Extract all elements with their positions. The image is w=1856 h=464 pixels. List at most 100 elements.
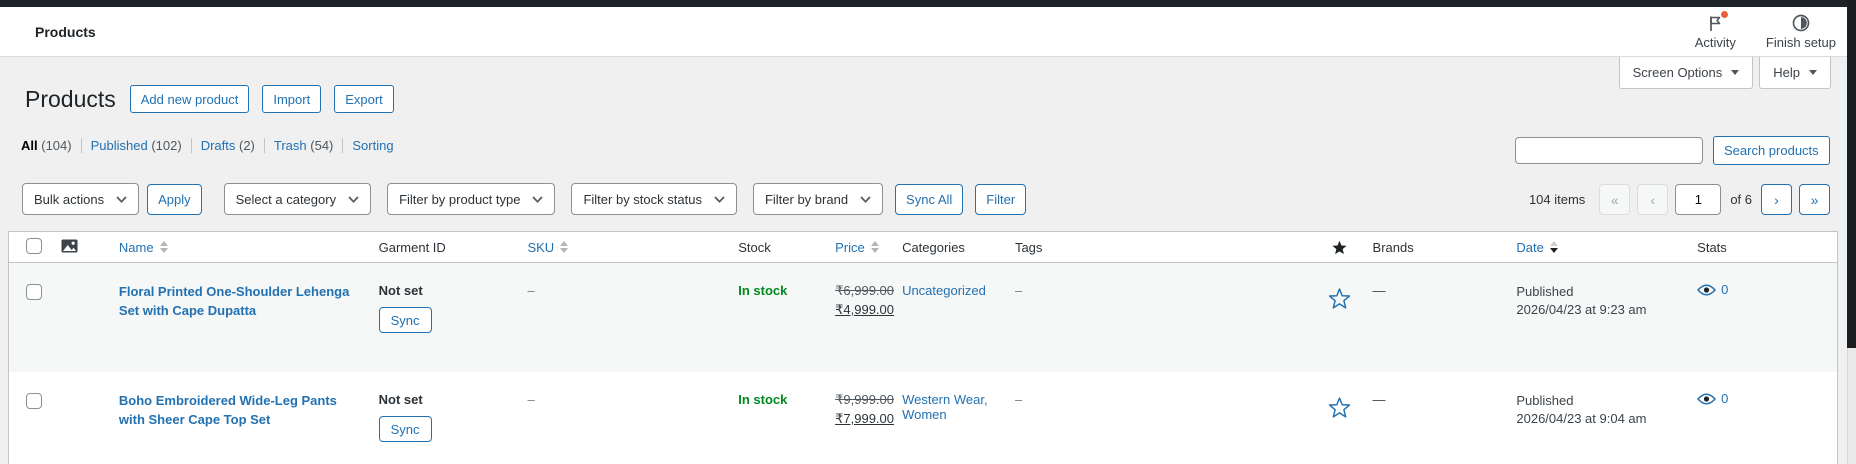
stock-status: In stock: [738, 392, 788, 407]
table-header-row: Name Garment ID SKU Stock Price Categori…: [9, 232, 1837, 263]
stock-header: Stock: [738, 239, 771, 255]
view-link-published[interactable]: Published (102): [91, 138, 182, 153]
category-link[interactable]: Western Wear, Women: [902, 392, 1007, 422]
sort-by-name-header[interactable]: Name: [119, 240, 168, 255]
view-item-all: All (104): [21, 138, 82, 153]
row-checkbox[interactable]: [26, 284, 42, 300]
sync-button[interactable]: Sync: [378, 307, 432, 333]
category-link[interactable]: Uncategorized: [902, 283, 986, 298]
categories-header: Categories: [902, 239, 965, 255]
featured-column-header: [1315, 240, 1365, 255]
last-page-button[interactable]: »: [1799, 184, 1830, 215]
pagination: 104 items « ‹ of 6 › »: [1529, 184, 1830, 215]
view-item-sorting: Sorting: [343, 138, 402, 153]
products-table: Name Garment ID SKU Stock Price Categori…: [8, 231, 1838, 464]
finish-setup-button[interactable]: Finish setup: [1766, 13, 1836, 50]
sort-arrows-icon: [159, 241, 168, 253]
help-button[interactable]: Help: [1759, 57, 1831, 89]
views-count: 0: [1721, 282, 1729, 297]
category-select[interactable]: Select a category: [223, 183, 372, 215]
sku-value: –: [527, 392, 535, 407]
filters-toolbar: Bulk actions Apply Select a category Fil…: [22, 183, 1027, 215]
image-icon: [61, 239, 78, 252]
publish-date: 2026/04/23 at 9:23 am: [1516, 302, 1647, 318]
sort-arrows-icon: [1549, 241, 1558, 253]
apply-button[interactable]: Apply: [147, 183, 202, 215]
view-link-sorting[interactable]: Sorting: [352, 138, 393, 153]
breadcrumb[interactable]: Products: [35, 24, 96, 40]
view-item-trash: Trash (54): [265, 138, 344, 153]
brand-select[interactable]: Filter by brand: [752, 183, 884, 215]
import-button[interactable]: Import: [262, 85, 322, 113]
image-column-header: [51, 239, 111, 256]
date-cell: Published 2026/04/23 at 9:23 am: [1516, 283, 1689, 319]
scrollbar-thumb[interactable]: [1847, 0, 1856, 348]
view-link-drafts[interactable]: Drafts (2): [201, 138, 255, 153]
sort-by-sku-header[interactable]: SKU: [527, 240, 569, 255]
next-page-button[interactable]: ›: [1761, 184, 1792, 215]
screen-options-label: Screen Options: [1632, 65, 1723, 80]
brands-value: —: [1372, 283, 1386, 298]
search-products-button[interactable]: Search products: [1713, 136, 1830, 165]
garment-id-value: Not set: [378, 283, 423, 298]
chevron-down-icon: [1731, 70, 1740, 75]
star-outline-icon: [1328, 397, 1351, 418]
featured-star-toggle[interactable]: [1328, 275, 1351, 372]
product-title-link[interactable]: Boho Embroidered Wide-Leg Pants with She…: [119, 392, 363, 430]
stock-status: In stock: [738, 283, 788, 298]
screen-meta-tabs: Screen Options Help: [1618, 57, 1831, 89]
activity-label: Activity: [1694, 35, 1736, 50]
sort-arrows-icon: [870, 241, 879, 253]
notification-dot: [1720, 11, 1728, 18]
site-header: Products Activity Finish setup: [0, 7, 1856, 57]
view-link-trash[interactable]: Trash (54): [274, 138, 334, 153]
bulk-actions-select[interactable]: Bulk actions: [22, 183, 140, 215]
activity-button[interactable]: Activity: [1694, 11, 1736, 50]
finish-setup-icon: [1791, 13, 1811, 33]
select-all-checkbox[interactable]: [26, 237, 42, 254]
stats-views-link[interactable]: 0: [1697, 282, 1837, 297]
product-title-link[interactable]: Floral Printed One-Shoulder Lehenga Set …: [119, 283, 363, 321]
sort-by-date-header[interactable]: Date: [1516, 240, 1558, 255]
sku-value: –: [527, 283, 535, 298]
add-new-product-button[interactable]: Add new product: [129, 85, 250, 113]
page-title: Products: [25, 86, 116, 112]
publish-date: 2026/04/23 at 9:04 am: [1516, 411, 1647, 427]
eye-icon: [1697, 284, 1717, 295]
garment-id-value: Not set: [378, 392, 423, 407]
view-link-all[interactable]: All (104): [21, 138, 72, 153]
product-type-select[interactable]: Filter by product type: [387, 183, 556, 215]
date-cell: Published 2026/04/23 at 9:04 am: [1516, 392, 1689, 428]
row-checkbox[interactable]: [26, 393, 42, 409]
stats-header: Stats: [1697, 239, 1727, 255]
table-row: Floral Printed One-Shoulder Lehenga Set …: [9, 263, 1837, 372]
first-page-button[interactable]: «: [1599, 184, 1631, 215]
help-label: Help: [1773, 65, 1800, 80]
publish-status: Published: [1516, 393, 1574, 408]
admin-top-bar: [0, 0, 1856, 7]
chevron-down-icon: [116, 195, 127, 203]
publish-status: Published: [1516, 284, 1574, 299]
current-page-input[interactable]: [1675, 184, 1722, 215]
featured-star-toggle[interactable]: [1328, 384, 1351, 464]
filter-button[interactable]: Filter: [975, 183, 1027, 215]
search-input[interactable]: [1515, 137, 1703, 164]
table-row: Boho Embroidered Wide-Leg Pants with She…: [9, 372, 1837, 464]
sync-all-button[interactable]: Sync All: [895, 183, 964, 215]
stats-views-link[interactable]: 0: [1697, 391, 1837, 406]
chevron-down-icon: [1809, 70, 1817, 75]
regular-price: ₹9,999.00: [835, 392, 894, 407]
prev-page-button[interactable]: ‹: [1637, 184, 1669, 215]
eye-icon: [1697, 393, 1717, 404]
export-button[interactable]: Export: [334, 85, 394, 113]
brands-header: Brands: [1372, 239, 1414, 255]
scrollbar[interactable]: [1847, 0, 1856, 464]
woocommerce-products-page: Products Activity Finish setup Screen Op…: [0, 0, 1856, 464]
sync-button[interactable]: Sync: [378, 416, 432, 442]
sort-by-price-header[interactable]: Price: [835, 240, 879, 255]
search-box: Search products: [1515, 136, 1830, 165]
garment-id-header: Garment ID: [378, 239, 446, 255]
stock-status-select[interactable]: Filter by stock status: [571, 183, 737, 215]
sale-price: ₹7,999.00: [835, 411, 894, 426]
screen-options-button[interactable]: Screen Options: [1618, 57, 1754, 89]
